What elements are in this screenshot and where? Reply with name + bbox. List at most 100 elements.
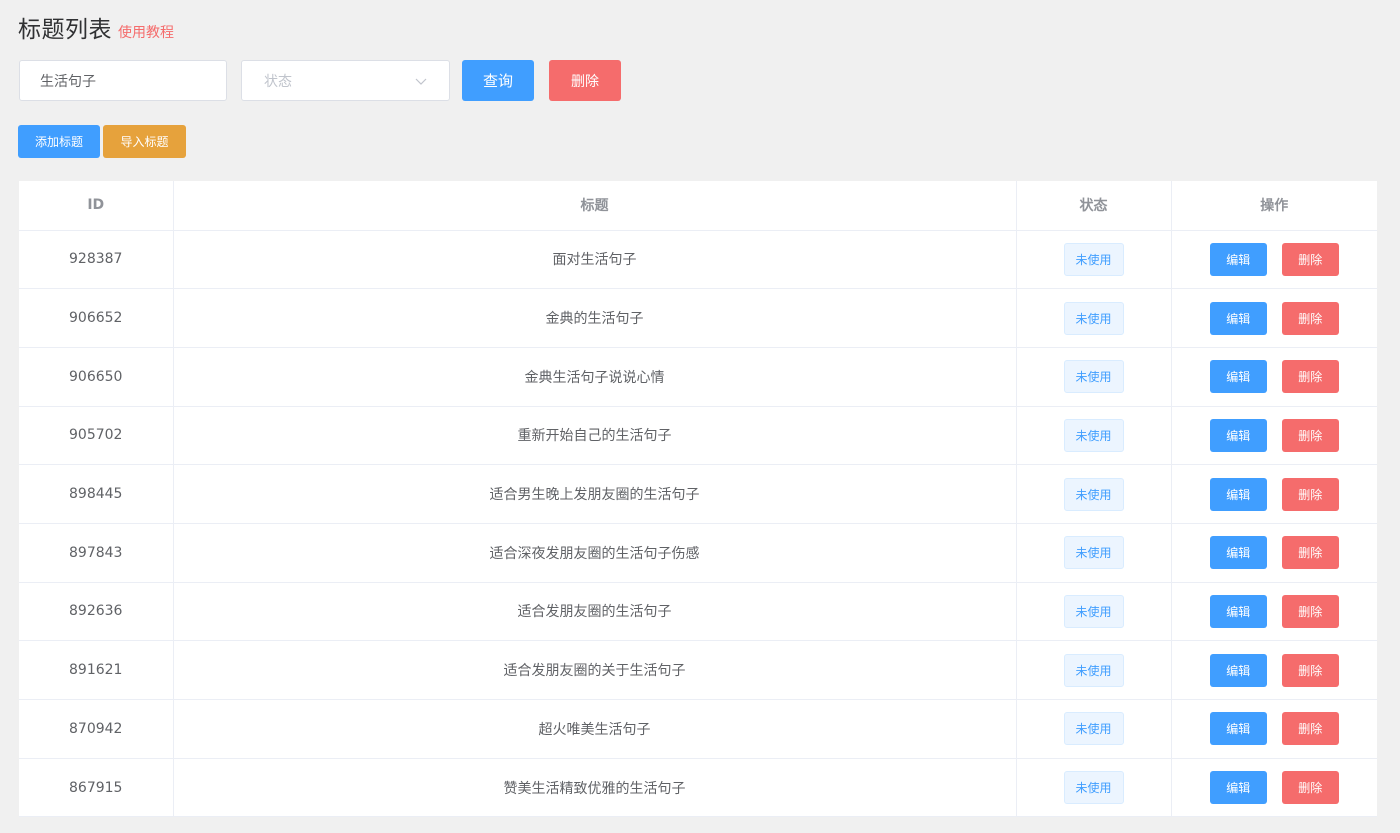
delete-button[interactable]: 删除	[1281, 536, 1339, 570]
table-row: 867915 赞美生活精致优雅的生活句子 未使用 编辑 删除	[19, 758, 1377, 817]
edit-button[interactable]: 编辑	[1209, 653, 1267, 687]
row-title: 面对生活句子	[173, 230, 1017, 290]
column-header-id[interactable]: ID	[19, 181, 174, 231]
page: 标题列表 使用教程 状态 查询 删除 添加标题 导入标题 ID 标题 状态 操作	[0, 0, 1400, 833]
delete-button[interactable]: 删除	[1281, 360, 1339, 394]
table-row: 906652 金典的生活句子 未使用 编辑 删除	[19, 288, 1378, 348]
search-bar: 状态 查询 删除	[19, 60, 621, 101]
status-select[interactable]: 状态	[241, 60, 450, 101]
row-title: 重新开始自己的生活句子	[173, 406, 1017, 466]
table-row: 891621 适合发朋友圈的关于生活句子 未使用 编辑 删除	[19, 640, 1378, 700]
status-badge: 未使用	[1063, 771, 1124, 805]
row-title: 适合发朋友圈的生活句子	[173, 582, 1017, 642]
status-badge: 未使用	[1063, 418, 1124, 452]
row-operations: 编辑 删除	[1172, 712, 1378, 746]
status-badge: 未使用	[1063, 536, 1124, 570]
delete-button[interactable]: 删除	[1281, 242, 1339, 276]
table-body: 928387 面对生活句子 未使用 编辑 删除 906652 金典的生活句子 未使用 编辑 删除 9…	[19, 230, 1377, 817]
table-row: 870942 超火唯美生活句子 未使用 编辑 删除	[19, 699, 1378, 759]
column-header-title[interactable]: 标题	[173, 181, 1017, 231]
edit-button[interactable]: 编辑	[1209, 771, 1267, 805]
edit-button[interactable]: 编辑	[1209, 360, 1267, 394]
edit-button[interactable]: 编辑	[1209, 712, 1267, 746]
row-status-cell: 未使用	[1016, 464, 1172, 524]
status-badge: 未使用	[1063, 360, 1124, 394]
row-title: 适合男生晚上发朋友圈的生活句子	[173, 464, 1017, 524]
table-row: 898445 适合男生晚上发朋友圈的生活句子 未使用 编辑 删除	[19, 464, 1378, 524]
edit-button[interactable]: 编辑	[1209, 418, 1267, 452]
row-operations: 编辑 删除	[1172, 418, 1378, 452]
row-operations-cell: 编辑 删除	[1171, 640, 1378, 700]
row-operations-cell: 编辑 删除	[1171, 758, 1377, 817]
edit-button[interactable]: 编辑	[1209, 242, 1267, 276]
table-header-row: ID 标题 状态 操作	[19, 181, 1377, 231]
page-title: 标题列表	[18, 17, 112, 43]
row-title: 金典的生活句子	[173, 288, 1017, 348]
table-row: 906650 金典生活句子说说心情 未使用 编辑 删除	[19, 347, 1377, 407]
row-operations: 编辑 删除	[1172, 301, 1378, 335]
row-operations-cell: 编辑 删除	[1171, 288, 1378, 348]
delete-button[interactable]: 删除	[1281, 594, 1339, 628]
status-badge: 未使用	[1063, 242, 1124, 276]
delete-button[interactable]: 删除	[1281, 771, 1339, 805]
row-id: 892636	[19, 582, 174, 642]
row-operations: 编辑 删除	[1172, 477, 1378, 511]
delete-button[interactable]: 删除	[1281, 477, 1339, 511]
row-title: 适合深夜发朋友圈的生活句子伤感	[173, 523, 1017, 583]
row-title: 金典生活句子说说心情	[173, 347, 1017, 407]
search-input[interactable]	[19, 60, 227, 101]
row-id: 870942	[19, 699, 174, 759]
row-status-cell: 未使用	[1016, 406, 1172, 466]
row-id: 867915	[19, 758, 174, 817]
delete-button[interactable]: 删除	[1281, 712, 1339, 746]
row-status-cell: 未使用	[1016, 230, 1172, 290]
edit-button[interactable]: 编辑	[1209, 301, 1267, 335]
page-header: 标题列表 使用教程	[18, 10, 174, 44]
query-button[interactable]: 查询	[462, 60, 534, 101]
row-operations-cell: 编辑 删除	[1171, 347, 1377, 407]
row-operations: 编辑 删除	[1172, 536, 1378, 570]
column-header-status[interactable]: 状态	[1016, 181, 1172, 231]
row-title: 赞美生活精致优雅的生活句子	[173, 758, 1017, 817]
table-row: 897843 适合深夜发朋友圈的生活句子伤感 未使用 编辑 删除	[19, 523, 1378, 583]
row-status-cell: 未使用	[1016, 582, 1172, 642]
row-status-cell: 未使用	[1016, 640, 1172, 700]
row-title: 适合发朋友圈的关于生活句子	[173, 640, 1017, 700]
title-table: ID 标题 状态 操作 928387 面对生活句子 未使用 编辑 删除 906652 金典的…	[19, 181, 1377, 817]
row-operations-cell: 编辑 删除	[1171, 464, 1378, 524]
tutorial-link[interactable]: 使用教程	[118, 22, 174, 42]
status-badge: 未使用	[1063, 594, 1124, 628]
row-operations: 编辑 删除	[1172, 771, 1378, 805]
actions-bar: 添加标题 导入标题	[18, 125, 186, 158]
delete-button[interactable]: 删除	[1281, 301, 1339, 335]
row-id: 906652	[19, 288, 174, 348]
row-status-cell: 未使用	[1016, 523, 1172, 583]
edit-button[interactable]: 编辑	[1209, 477, 1267, 511]
row-id: 928387	[19, 230, 174, 290]
column-header-operations: 操作	[1171, 181, 1377, 231]
chevron-down-icon	[415, 78, 427, 85]
row-operations-cell: 编辑 删除	[1171, 406, 1378, 466]
row-id: 898445	[19, 464, 174, 524]
row-title: 超火唯美生活句子	[173, 699, 1017, 759]
row-operations: 编辑 删除	[1172, 653, 1378, 687]
table-row: 905702 重新开始自己的生活句子 未使用 编辑 删除	[19, 406, 1378, 466]
row-status-cell: 未使用	[1016, 288, 1172, 348]
import-title-button[interactable]: 导入标题	[103, 125, 186, 158]
row-status-cell: 未使用	[1016, 347, 1172, 407]
status-select-placeholder: 状态	[264, 73, 292, 90]
row-id: 906650	[19, 347, 174, 407]
row-id: 897843	[19, 523, 174, 583]
row-status-cell: 未使用	[1016, 699, 1172, 759]
status-badge: 未使用	[1063, 653, 1124, 687]
bulk-delete-button[interactable]: 删除	[549, 60, 621, 101]
delete-button[interactable]: 删除	[1281, 418, 1339, 452]
status-badge: 未使用	[1063, 301, 1124, 335]
table-row: 892636 适合发朋友圈的生活句子 未使用 编辑 删除	[19, 582, 1378, 642]
edit-button[interactable]: 编辑	[1209, 594, 1267, 628]
add-title-button[interactable]: 添加标题	[18, 125, 100, 158]
row-operations: 编辑 删除	[1172, 594, 1378, 628]
row-operations: 编辑 删除	[1172, 242, 1378, 276]
delete-button[interactable]: 删除	[1281, 653, 1339, 687]
edit-button[interactable]: 编辑	[1209, 536, 1267, 570]
